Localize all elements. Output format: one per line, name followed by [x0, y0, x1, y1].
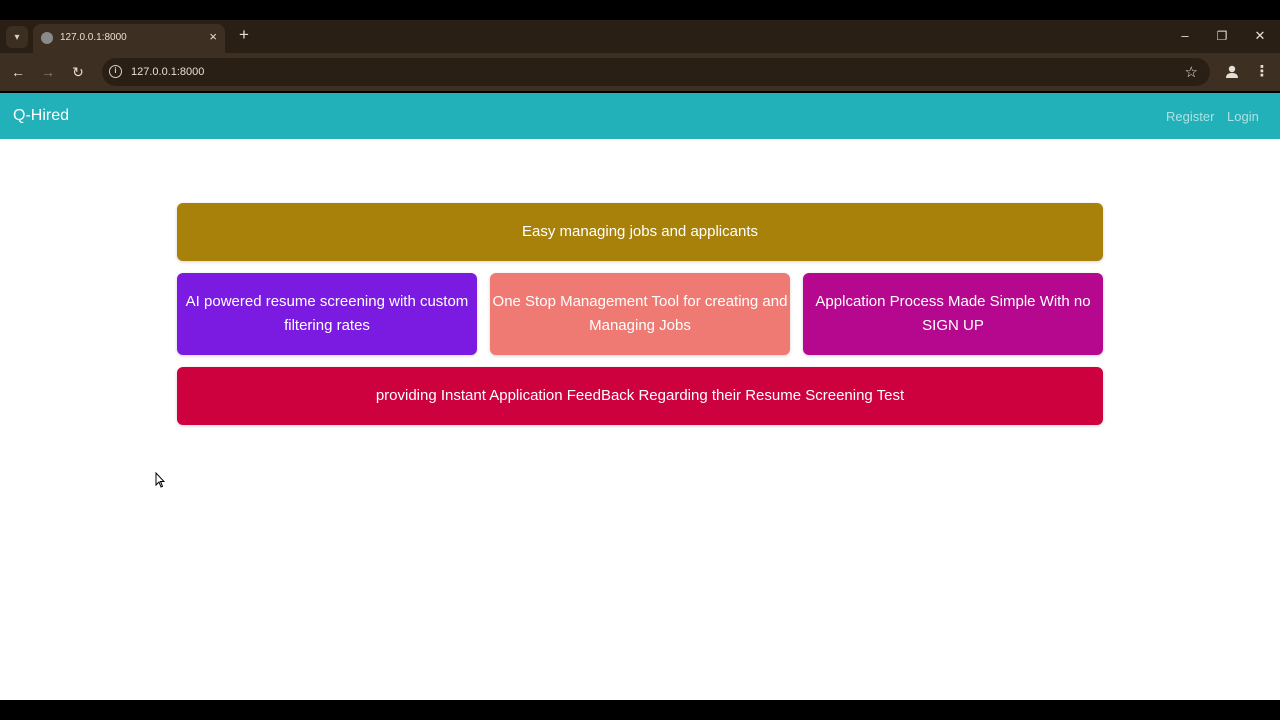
reload-icon[interactable]: ↻: [69, 63, 87, 81]
tab-title: 127.0.0.1:8000: [60, 32, 127, 43]
address-bar[interactable]: i 127.0.0.1:8000 ☆: [102, 58, 1210, 86]
minimize-icon[interactable]: –: [1173, 26, 1197, 46]
site-navbar: Q-Hired Register Login: [0, 93, 1280, 139]
feature-card-management-tool: One Stop Management Tool for creating an…: [490, 273, 790, 355]
close-tab-icon[interactable]: ×: [209, 30, 217, 44]
feature-card-simple-application: Applcation Process Made Simple With no S…: [803, 273, 1103, 355]
close-window-icon[interactable]: ✕: [1248, 26, 1272, 46]
site-info-icon[interactable]: i: [109, 65, 122, 78]
nav-login-link[interactable]: Login: [1227, 109, 1259, 124]
feature-banner-managing-jobs: Easy managing jobs and applicants: [177, 203, 1103, 261]
nav-register-link[interactable]: Register: [1166, 109, 1214, 124]
feature-card-ai-screening: AI powered resume screening with custom …: [177, 273, 477, 355]
brand-logo-link[interactable]: Q-Hired: [13, 107, 69, 125]
web-page: Q-Hired Register Login Easy managing job…: [0, 93, 1280, 700]
back-arrow-icon[interactable]: ←: [9, 63, 27, 81]
bookmark-star-icon[interactable]: ☆: [1185, 63, 1198, 81]
new-tab-plus-icon[interactable]: +: [236, 26, 252, 44]
forward-arrow-icon[interactable]: →: [39, 63, 57, 81]
browser-tab-strip: ▾ 127.0.0.1:8000 × + – ❐ ✕: [0, 20, 1280, 53]
feature-banner-instant-feedback: providing Instant Application FeedBack R…: [177, 367, 1103, 425]
browser-toolbar: ← → ↻ i 127.0.0.1:8000 ☆ ⋮: [0, 53, 1280, 91]
browser-tab[interactable]: 127.0.0.1:8000 ×: [33, 24, 225, 53]
browser-menu-kebab-icon[interactable]: ⋮: [1254, 63, 1270, 81]
restore-icon[interactable]: ❐: [1210, 26, 1234, 46]
mouse-cursor-icon: [155, 472, 165, 488]
profile-avatar-icon[interactable]: [1224, 64, 1240, 80]
tab-search-chevron-down-icon[interactable]: ▾: [6, 26, 28, 48]
globe-icon: [41, 32, 53, 44]
url-text[interactable]: 127.0.0.1:8000: [131, 66, 204, 78]
screen: ▾ 127.0.0.1:8000 × + – ❐ ✕ ← → ↻ i 127.0…: [0, 0, 1280, 720]
